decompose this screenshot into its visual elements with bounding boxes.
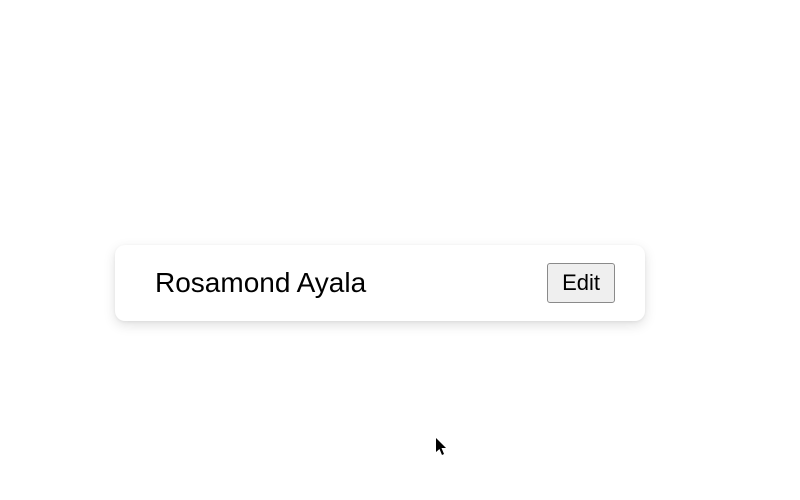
name-card: Rosamond Ayala Edit — [115, 245, 645, 321]
edit-button[interactable]: Edit — [547, 263, 615, 303]
name-label: Rosamond Ayala — [155, 267, 366, 299]
cursor-icon — [436, 438, 448, 456]
